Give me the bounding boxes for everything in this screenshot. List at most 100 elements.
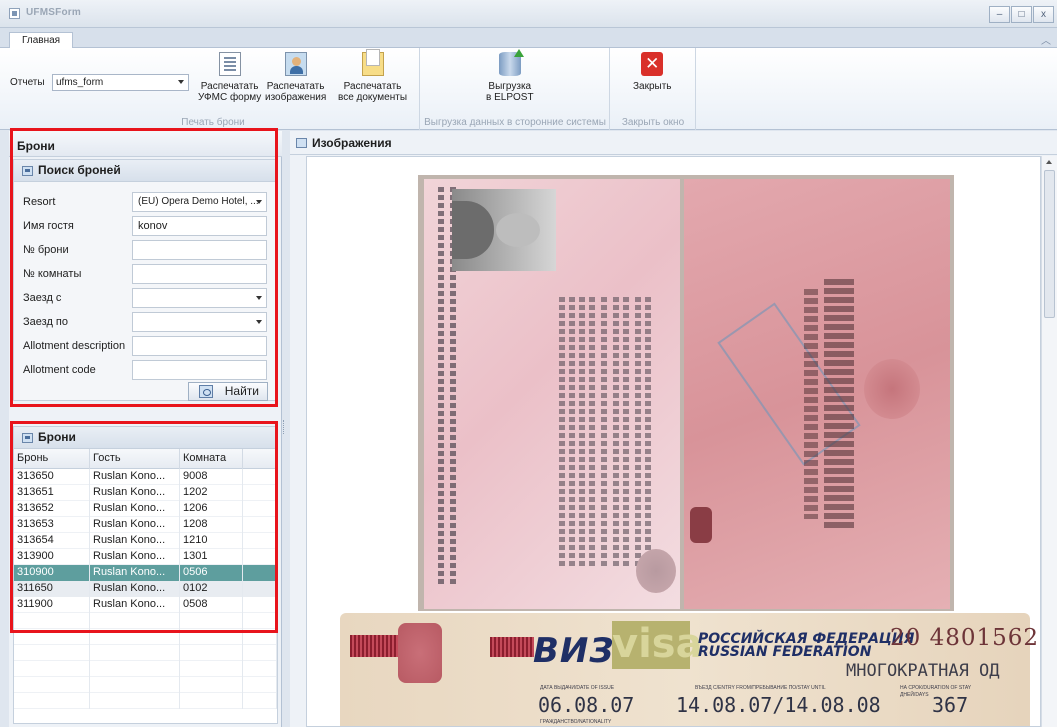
images-viewer[interactable]: ВИЗА visa РОССИЙСКАЯ ФЕДЕРАЦИЯ RUSSIAN F…: [306, 156, 1041, 727]
visa-duration-label: НА СРОК/DURATION OF STAY: [900, 685, 972, 691]
table-row[interactable]: 311900 Ruslan Kono... 0508: [14, 597, 277, 613]
ribbon-tabstrip: Главная ︿: [0, 28, 1057, 49]
database-upload-icon: [498, 49, 524, 76]
table-cell: 1202: [180, 485, 243, 501]
images-scrollbar[interactable]: [1041, 156, 1057, 727]
field-resort: Resort (EU) Opera Demo Hotel, ...: [14, 192, 279, 212]
passport-cover-page: [684, 179, 950, 609]
minimize-button[interactable]: –: [989, 6, 1010, 23]
table-cell: [243, 677, 277, 693]
table-cell: 1206: [180, 501, 243, 517]
field-room-number: № комнаты: [14, 264, 279, 284]
passport-heading-en: [824, 279, 854, 529]
field-label: Заезд по: [23, 316, 68, 328]
column-header-empty: [243, 449, 277, 469]
field-allotment-code: Allotment code: [14, 360, 279, 380]
table-cell: [243, 661, 277, 677]
bookings-panel-header: Брони: [14, 427, 277, 449]
export-elpost-button[interactable]: Выгрузка в ELPOST: [486, 49, 534, 103]
table-cell: 311900: [14, 597, 90, 613]
panel-splitter[interactable]: [282, 420, 286, 434]
arrival-from-select[interactable]: [132, 288, 267, 308]
visa-entry-dates: 14.08.07/14.08.08: [676, 693, 881, 717]
table-cell: Ruslan Kono...: [90, 597, 180, 613]
table-cell: Ruslan Kono...: [90, 469, 180, 485]
chevron-down-icon: [178, 80, 184, 84]
passport-photo: [452, 189, 556, 271]
field-booking-number: № брони: [14, 240, 279, 260]
table-cell: [243, 645, 277, 661]
table-row-empty: [14, 613, 277, 629]
table-cell: 1210: [180, 533, 243, 549]
table-row[interactable]: 313651 Ruslan Kono... 1202: [14, 485, 277, 501]
search-panel: Поиск броней Resort (EU) Opera Demo Hote…: [13, 159, 278, 401]
print-ufms-button[interactable]: Распечатать УФМС форму: [198, 52, 261, 103]
table-row[interactable]: 313650 Ruslan Kono... 9008: [14, 469, 277, 485]
close-window-button[interactable]: x: [1033, 6, 1054, 23]
print-all-label-1: Распечатать: [343, 81, 402, 92]
export-label-1: Выгрузка: [488, 81, 532, 92]
table-cell: 0102: [180, 581, 243, 597]
find-button[interactable]: Найти: [188, 382, 268, 401]
ribbon-group-export: Выгрузка в ELPOST Выгрузка данных в стор…: [421, 48, 610, 130]
table-row[interactable]: 311650 Ruslan Kono... 0102: [14, 581, 277, 597]
table-row[interactable]: 310900 Ruslan Kono... 0506: [14, 565, 277, 581]
table-cell: Ruslan Kono...: [90, 517, 180, 533]
table-cell: [14, 645, 90, 661]
person-image-icon: [284, 52, 307, 76]
column-header-booking[interactable]: Бронь: [14, 449, 90, 469]
table-row-empty: [14, 661, 277, 677]
app-icon: [9, 8, 20, 19]
reports-select[interactable]: ufms_form: [52, 74, 189, 91]
table-cell: [90, 645, 180, 661]
table-cell: [243, 693, 277, 709]
arrival-to-select[interactable]: [132, 312, 267, 332]
visa-nationality-label: ГРАЖДАНСТВО/NATIONALITY: [540, 719, 612, 725]
guest-name-input[interactable]: konov: [132, 216, 267, 236]
booking-number-input[interactable]: [132, 240, 267, 260]
table-cell: 313650: [14, 469, 90, 485]
table-cell: [180, 677, 243, 693]
field-label: Allotment code: [23, 364, 96, 376]
chevron-up-icon[interactable]: ︿: [1041, 32, 1051, 47]
scroll-up-icon[interactable]: [1046, 160, 1052, 164]
table-row[interactable]: 313652 Ruslan Kono... 1206: [14, 501, 277, 517]
table-cell: [14, 693, 90, 709]
print-images-label-1: Распечатать: [266, 81, 325, 92]
table-row-empty: [14, 629, 277, 645]
allotment-description-input[interactable]: [132, 336, 267, 356]
close-icon: ✕: [641, 52, 664, 76]
field-arrival-to: Заезд по: [14, 312, 279, 332]
column-header-guest[interactable]: Гость: [90, 449, 180, 469]
scrollbar-thumb[interactable]: [1044, 170, 1055, 318]
print-group-label: Печать брони: [0, 117, 420, 128]
table-row[interactable]: 313653 Ruslan Kono... 1208: [14, 517, 277, 533]
table-cell: [90, 677, 180, 693]
images-panel-title: Изображения: [312, 135, 392, 150]
resort-select[interactable]: (EU) Opera Demo Hotel, ...: [132, 192, 267, 212]
column-header-room[interactable]: Комната: [180, 449, 243, 469]
tab-main[interactable]: Главная: [9, 32, 74, 49]
table-cell: Ruslan Kono...: [90, 581, 180, 597]
table-cell: [243, 533, 277, 549]
table-row[interactable]: 313654 Ruslan Kono... 1210: [14, 533, 277, 549]
close-form-button[interactable]: ✕ Закрыть: [633, 52, 672, 92]
print-all-docs-button[interactable]: Распечатать все документы: [338, 49, 407, 103]
table-row[interactable]: 313900 Ruslan Kono... 1301: [14, 549, 277, 565]
visa-entry-type: МНОГОКРАТНАЯ ОД: [846, 661, 1000, 681]
table-cell: [243, 629, 277, 645]
table-cell: 311650: [14, 581, 90, 597]
allotment-code-input[interactable]: [132, 360, 267, 380]
visa-duration: 367: [932, 693, 969, 717]
search-panel-header: Поиск броней: [14, 160, 277, 182]
room-number-input[interactable]: [132, 264, 267, 284]
print-images-label-2: изображения: [265, 92, 327, 103]
table-cell: [243, 613, 277, 629]
table-row-empty: [14, 677, 277, 693]
print-images-button[interactable]: Распечатать изображения: [265, 52, 326, 103]
images-panel: Изображения ВИЗА visa РОССИЙСКАЯ ФЕДЕРАЦ…: [290, 131, 1057, 727]
table-cell: [243, 581, 277, 597]
table-cell: Ruslan Kono...: [90, 565, 180, 581]
maximize-button[interactable]: □: [1011, 6, 1032, 23]
table-cell: 310900: [14, 565, 90, 581]
